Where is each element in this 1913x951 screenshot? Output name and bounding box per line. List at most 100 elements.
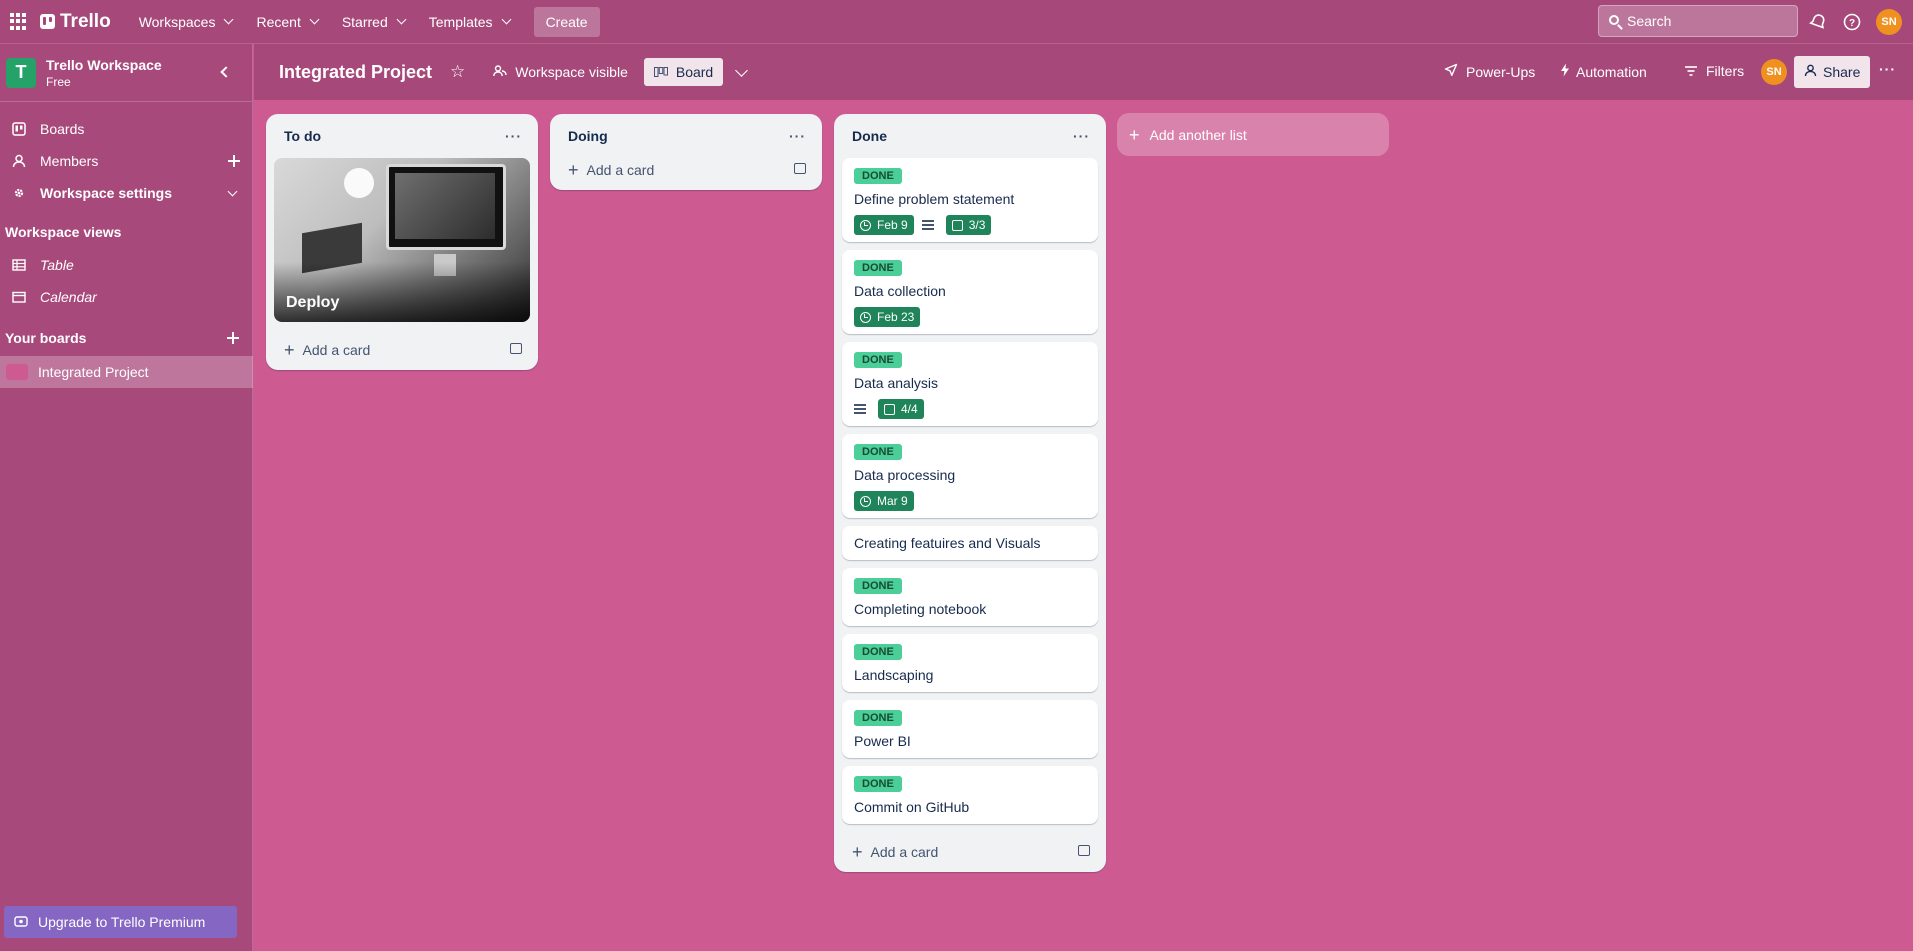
add-list-label: Add another list (1149, 126, 1247, 143)
chevron-down-icon (224, 14, 234, 25)
filters-button[interactable]: Filters (1674, 57, 1754, 85)
add-member-icon[interactable] (228, 155, 240, 167)
share-label: Share (1823, 64, 1861, 80)
plus-icon: + (1129, 124, 1140, 145)
card-label-done: DONE (854, 710, 902, 726)
card-label-done: DONE (854, 776, 902, 792)
workspace-views-heading: Workspace views (5, 224, 122, 240)
clock-icon (860, 219, 871, 231)
add-card-button[interactable]: + Add a card (550, 150, 822, 190)
list-title[interactable]: Done (852, 128, 887, 144)
card-power-bi[interactable]: DONE Power BI (842, 700, 1098, 758)
card-data-analysis[interactable]: DONE Data analysis 4/4 (842, 342, 1098, 426)
list-header: Done ··· (834, 114, 1106, 158)
app-switcher-icon[interactable] (10, 12, 28, 31)
recent-menu[interactable]: Recent (246, 8, 327, 36)
add-another-list-button[interactable]: + Add another list (1117, 113, 1389, 156)
sidebar-item-workspace-settings[interactable]: Workspace settings (0, 178, 253, 208)
card-template-icon[interactable] (510, 343, 522, 354)
card-template-icon[interactable] (794, 163, 806, 174)
list-menu-icon[interactable]: ··· (1073, 128, 1090, 144)
starred-menu-label: Starred (341, 13, 388, 30)
workspaces-menu[interactable]: Workspaces (129, 8, 243, 36)
sidebar-item-label: Calendar (40, 289, 97, 305)
chevron-down-icon[interactable] (735, 63, 749, 77)
card-label-done: DONE (854, 444, 902, 460)
help-icon[interactable]: ? (1841, 11, 1863, 33)
power-ups-button[interactable]: Power-Ups (1434, 57, 1545, 86)
list-to-do: To do ··· Deploy + Add a card (266, 114, 538, 370)
sidebar: T Trello Workspace Free Boards Members W… (0, 44, 253, 951)
starred-menu[interactable]: Starred (332, 8, 415, 36)
gear-icon (12, 186, 30, 200)
card-title: Define problem statement (854, 191, 1015, 207)
trello-logo-icon (40, 14, 55, 29)
card-landscaping[interactable]: DONE Landscaping (842, 634, 1098, 692)
chevron-down-icon (501, 14, 512, 25)
share-button[interactable]: Share (1794, 56, 1871, 88)
list-menu-icon[interactable]: ··· (505, 128, 522, 144)
add-card-button[interactable]: + Add a card (266, 330, 538, 370)
sidebar-board-label: Integrated Project (38, 364, 149, 380)
card-deploy[interactable]: Deploy (274, 158, 530, 322)
cover-shade (274, 262, 530, 322)
due-date-label: Mar 9 (877, 494, 908, 508)
card-commit-on-github[interactable]: DONE Commit on GitHub (842, 766, 1098, 824)
sidebar-item-label: Workspace settings (40, 185, 173, 201)
create-button[interactable]: Create (533, 6, 600, 37)
card-template-icon[interactable] (1078, 845, 1090, 856)
sidebar-item-boards[interactable]: Boards (0, 114, 253, 144)
add-card-button[interactable]: + Add a card (834, 832, 1106, 872)
list-doing: Doing ··· + Add a card (550, 114, 822, 190)
table-icon (12, 259, 30, 271)
list-menu-icon[interactable]: ··· (789, 128, 806, 144)
board-menu-icon[interactable]: ··· (1879, 61, 1896, 77)
card-data-collection[interactable]: DONE Data collection Feb 23 (842, 250, 1098, 334)
sidebar-item-table[interactable]: Table (0, 250, 253, 280)
board-view-button[interactable]: Board (643, 58, 724, 86)
due-date-badge[interactable]: Feb 23 (854, 307, 921, 327)
due-date-badge[interactable]: Mar 9 (854, 491, 914, 511)
checkbox-icon (884, 403, 895, 415)
filter-icon (1684, 63, 1698, 79)
card-badges: Feb 23 (854, 306, 1086, 328)
card-data-processing[interactable]: DONE Data processing Mar 9 (842, 434, 1098, 518)
card-completing-notebook[interactable]: DONE Completing notebook (842, 568, 1098, 626)
monitor-screen (395, 173, 495, 239)
board-view-icon (653, 64, 668, 80)
search-input[interactable]: Search (1598, 5, 1798, 37)
add-board-icon[interactable] (227, 332, 239, 344)
lightning-icon (1560, 63, 1570, 80)
user-avatar[interactable]: SN (1876, 9, 1902, 35)
trello-logo[interactable]: Trello (40, 11, 111, 33)
list-title[interactable]: Doing (568, 128, 608, 144)
list-done: Done ··· DONE Define problem statement F… (834, 114, 1106, 872)
due-date-badge[interactable]: Feb 9 (854, 215, 914, 235)
templates-menu[interactable]: Templates (419, 8, 520, 36)
chevron-down-icon[interactable] (227, 186, 238, 197)
card-creating-features-and-visuals[interactable]: Creating featuires and Visuals (842, 526, 1098, 560)
board-member-avatar[interactable]: SN (1761, 59, 1787, 85)
notifications-bell-icon[interactable] (1807, 11, 1829, 33)
sidebar-board-integrated-project[interactable]: Integrated Project (0, 356, 253, 388)
sidebar-item-label: Table (40, 257, 74, 273)
board-title[interactable]: Integrated Project (279, 62, 432, 83)
search-icon (1609, 15, 1619, 25)
card-badges: Feb 9 3/3 (854, 214, 1086, 236)
collapse-sidebar-icon[interactable] (220, 66, 232, 78)
sidebar-item-calendar[interactable]: Calendar (0, 282, 253, 312)
list-title[interactable]: To do (284, 128, 321, 144)
star-icon[interactable]: ☆ (450, 62, 465, 82)
upgrade-premium-button[interactable]: Upgrade to Trello Premium (4, 906, 237, 938)
card-define-problem-statement[interactable]: DONE Define problem statement Feb 9 3/3 (842, 158, 1098, 242)
workspace-name[interactable]: Trello Workspace (46, 57, 162, 73)
automation-button[interactable]: Automation (1550, 57, 1657, 86)
sidebar-item-members[interactable]: Members (0, 146, 253, 176)
person-icon (12, 154, 30, 168)
checkbox-icon (951, 219, 963, 231)
workspace-logo[interactable]: T (6, 57, 36, 88)
board-color-swatch (6, 364, 28, 380)
visibility-button[interactable]: Workspace visible (483, 58, 638, 86)
card-badges: 4/4 (854, 398, 1086, 420)
premium-icon (14, 914, 28, 930)
